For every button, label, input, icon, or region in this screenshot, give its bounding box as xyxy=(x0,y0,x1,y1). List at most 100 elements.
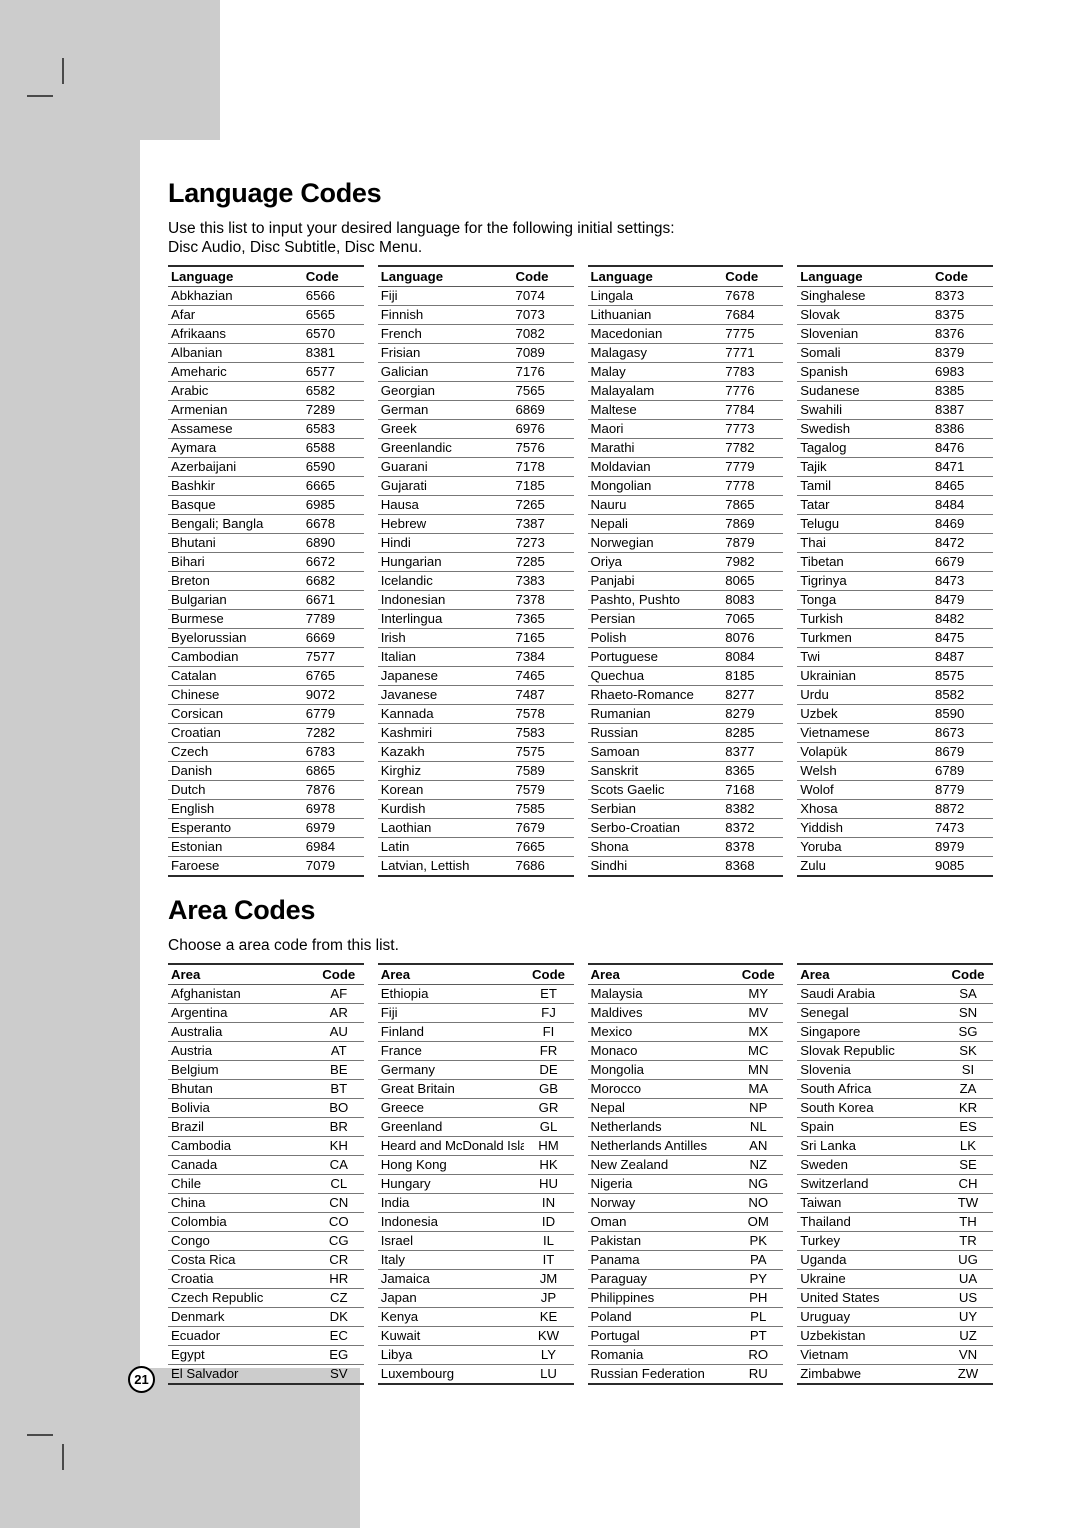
table-row: Maori 7773 xyxy=(587,419,784,439)
table-row: Australia AU xyxy=(168,1022,364,1042)
cell-code: EC xyxy=(313,1326,364,1346)
column-header-name: Language xyxy=(587,265,726,287)
table-row: Kannada 7578 xyxy=(377,704,574,724)
language-intro-line-2: Disc Audio, Disc Subtitle, Disc Menu. xyxy=(168,239,423,256)
cell-code: 8473 xyxy=(935,571,993,591)
page-number-badge: 21 xyxy=(128,1366,155,1393)
table-row: Italian 7384 xyxy=(377,647,574,667)
cell-code: 7079 xyxy=(305,856,364,877)
cell-code: 7185 xyxy=(515,476,574,496)
cell-code: SA xyxy=(943,984,993,1004)
cell-code: 7565 xyxy=(515,381,574,401)
cell-name: Morocco xyxy=(587,1079,734,1099)
table-row: Malagasy 7771 xyxy=(587,343,784,363)
language-table-column-2: Language Code Fiji 7074 Finnish 7073 French 708… xyxy=(377,265,574,877)
column-header-name: Language xyxy=(377,265,516,287)
cell-code: VN xyxy=(943,1345,993,1365)
table-row: Turkish 8482 xyxy=(797,609,993,629)
table-row: Wolof 8779 xyxy=(797,780,993,800)
cell-code: 7282 xyxy=(305,723,364,743)
table-row: Philippines PH xyxy=(587,1288,784,1308)
table-row: Somali 8379 xyxy=(797,343,993,363)
table-row: Pashto, Pushto 8083 xyxy=(587,590,784,610)
table-row: Finland FI xyxy=(377,1022,574,1042)
cell-name: South Africa xyxy=(797,1079,943,1099)
cell-name: Monaco xyxy=(587,1041,734,1061)
cell-name: Icelandic xyxy=(377,571,516,591)
cell-name: Arabic xyxy=(168,381,306,401)
table-row: Danish 6865 xyxy=(168,761,364,781)
cell-code: 7982 xyxy=(725,552,784,572)
cell-name: Uzbek xyxy=(797,704,935,724)
cell-code: 7865 xyxy=(725,495,784,515)
cell-name: Luxembourg xyxy=(377,1364,524,1385)
cell-name: Abkhazian xyxy=(168,286,306,306)
column-header-code: Code xyxy=(515,265,574,287)
cell-code: 7583 xyxy=(515,723,574,743)
cell-code: 7782 xyxy=(725,438,784,458)
cell-name: Slovak xyxy=(797,305,935,325)
cell-code: 8382 xyxy=(725,799,784,819)
table-row: New Zealand NZ xyxy=(587,1155,784,1175)
table-row: Uzbekistan UZ xyxy=(797,1326,993,1346)
table-row: Ukraine UA xyxy=(797,1269,993,1289)
cell-code: 6665 xyxy=(305,476,364,496)
cell-code: ES xyxy=(943,1117,993,1137)
cell-name: Assamese xyxy=(168,419,306,439)
cell-code: LU xyxy=(523,1364,574,1385)
cell-name: Swahili xyxy=(797,400,935,420)
cell-code: MY xyxy=(733,984,784,1004)
table-row: Brazil BR xyxy=(168,1117,364,1137)
cell-code: 7779 xyxy=(725,457,784,477)
table-row: Welsh 6789 xyxy=(797,761,993,781)
table-row: India IN xyxy=(377,1193,574,1213)
cell-code: PH xyxy=(733,1288,784,1308)
cell-name: Russian xyxy=(587,723,726,743)
cell-code: 7165 xyxy=(515,628,574,648)
cell-code: 7783 xyxy=(725,362,784,382)
table-row: Bhutan BT xyxy=(168,1079,364,1099)
cell-code: 7465 xyxy=(515,666,574,686)
cell-code: 7473 xyxy=(935,818,993,838)
table-header-row: Language Code xyxy=(587,265,784,287)
cell-code: NL xyxy=(733,1117,784,1137)
cell-name: Bashkir xyxy=(168,476,306,496)
table-row: Panjabi 8065 xyxy=(587,571,784,591)
cell-name: Austria xyxy=(168,1041,314,1061)
table-row: Monaco MC xyxy=(587,1041,784,1061)
cell-name: Oriya xyxy=(587,552,726,572)
cell-name: Lingala xyxy=(587,286,726,306)
cell-name: Scots Gaelic xyxy=(587,780,726,800)
table-row: Romania RO xyxy=(587,1345,784,1365)
table-row: Netherlands Antilles AN xyxy=(587,1136,784,1156)
cell-code: PT xyxy=(733,1326,784,1346)
cell-code: 8084 xyxy=(725,647,784,667)
table-row: Luxembourg LU xyxy=(377,1364,574,1385)
cell-code: 6671 xyxy=(305,590,364,610)
area-codes-title: Area Codes xyxy=(168,895,316,925)
table-row: Estonian 6984 xyxy=(168,837,364,857)
cell-name: Malaysia xyxy=(587,984,734,1004)
cell-code: 8482 xyxy=(935,609,993,629)
cell-code: RO xyxy=(733,1345,784,1365)
cell-code: 8279 xyxy=(725,704,784,724)
cell-code: 8575 xyxy=(935,666,993,686)
table-row: Maltese 7784 xyxy=(587,400,784,420)
table-row: Slovenian 8376 xyxy=(797,324,993,344)
table-row: Hong Kong HK xyxy=(377,1155,574,1175)
table-row: Gujarati 7185 xyxy=(377,476,574,496)
cell-code: LY xyxy=(523,1345,574,1365)
table-row: Slovak Republic SK xyxy=(797,1041,993,1061)
cell-code: NZ xyxy=(733,1155,784,1175)
cell-name: El Salvador xyxy=(168,1364,314,1385)
cell-name: Norway xyxy=(587,1193,734,1213)
cell-code: BT xyxy=(313,1079,364,1099)
cell-code: 8472 xyxy=(935,533,993,553)
cell-code: 6783 xyxy=(305,742,364,762)
table-row: Tibetan 6679 xyxy=(797,552,993,572)
cell-code: 8582 xyxy=(935,685,993,705)
cell-name: Czech Republic xyxy=(168,1288,314,1308)
page-sheet-bottom xyxy=(360,1368,1080,1528)
crop-mark-bottom-left-horizontal xyxy=(27,1434,53,1436)
cell-name: Xhosa xyxy=(797,799,935,819)
